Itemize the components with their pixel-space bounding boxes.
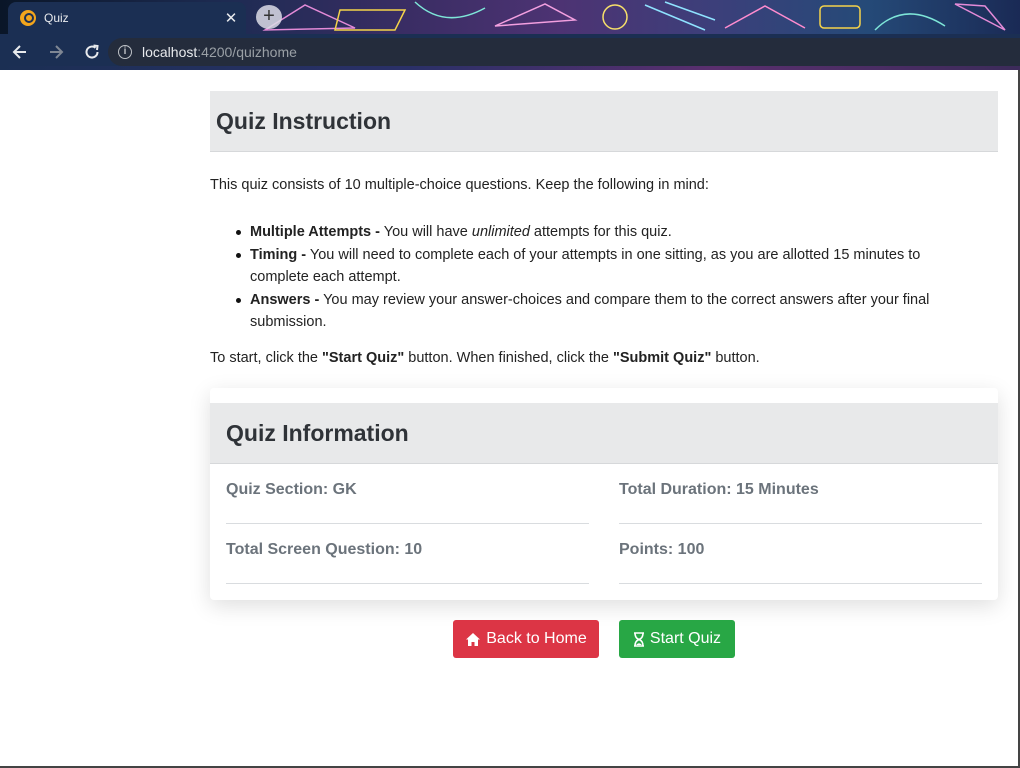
back-to-home-button[interactable]: Back to Home <box>453 620 599 658</box>
start-quiz-button[interactable]: Start Quiz <box>619 620 735 658</box>
back-to-home-label: Back to Home <box>486 630 587 647</box>
browser-tab-strip: Quiz ✕ + <box>0 0 1020 34</box>
rule-multiple-attempts: Multiple Attempts - You will have unlimi… <box>236 221 980 244</box>
home-icon <box>466 632 481 646</box>
quiz-favicon-icon <box>20 10 36 26</box>
rule-timing: Timing - You will need to complete each … <box>236 244 980 289</box>
new-tab-button[interactable]: + <box>256 5 282 29</box>
instruction-header: Quiz Instruction <box>210 91 998 152</box>
quiz-info-card: Quiz Information Quiz Section: GK Total … <box>210 388 998 600</box>
info-header: Quiz Information <box>210 403 998 464</box>
forward-arrow-icon[interactable] <box>40 38 72 66</box>
instruction-rules: Multiple Attempts - You will have unlimi… <box>236 221 980 334</box>
info-title: Quiz Information <box>226 419 409 446</box>
hourglass-icon <box>633 631 644 647</box>
points: Points: 100 <box>619 524 982 584</box>
tab-title: Quiz <box>44 11 69 25</box>
total-duration: Total Duration: 15 Minutes <box>619 464 982 524</box>
rule-answers: Answers - You may review your answer-cho… <box>236 289 980 334</box>
instruction-intro: This quiz consists of 10 multiple-choice… <box>210 177 709 193</box>
active-tab[interactable]: Quiz ✕ <box>8 2 246 34</box>
site-info-icon[interactable]: i <box>118 45 132 59</box>
quiz-section: Quiz Section: GK <box>226 464 589 524</box>
theme-background-art <box>262 1 1006 31</box>
address-bar[interactable]: i localhost:4200/quizhome <box>108 38 1020 66</box>
instruction-title: Quiz Instruction <box>216 107 392 134</box>
start-quiz-label: Start Quiz <box>649 630 722 647</box>
back-arrow-icon[interactable] <box>4 38 36 66</box>
browser-toolbar: i localhost:4200/quizhome <box>0 34 1020 70</box>
reload-icon[interactable] <box>76 38 108 66</box>
page-content: Quiz Instruction This quiz consists of 1… <box>0 70 1020 768</box>
url-text: localhost:4200/quizhome <box>142 44 297 60</box>
instruction-outro: To start, click the "Start Quiz" button.… <box>210 350 760 366</box>
total-questions: Total Screen Question: 10 <box>226 524 589 584</box>
close-tab-icon[interactable]: ✕ <box>220 9 242 27</box>
